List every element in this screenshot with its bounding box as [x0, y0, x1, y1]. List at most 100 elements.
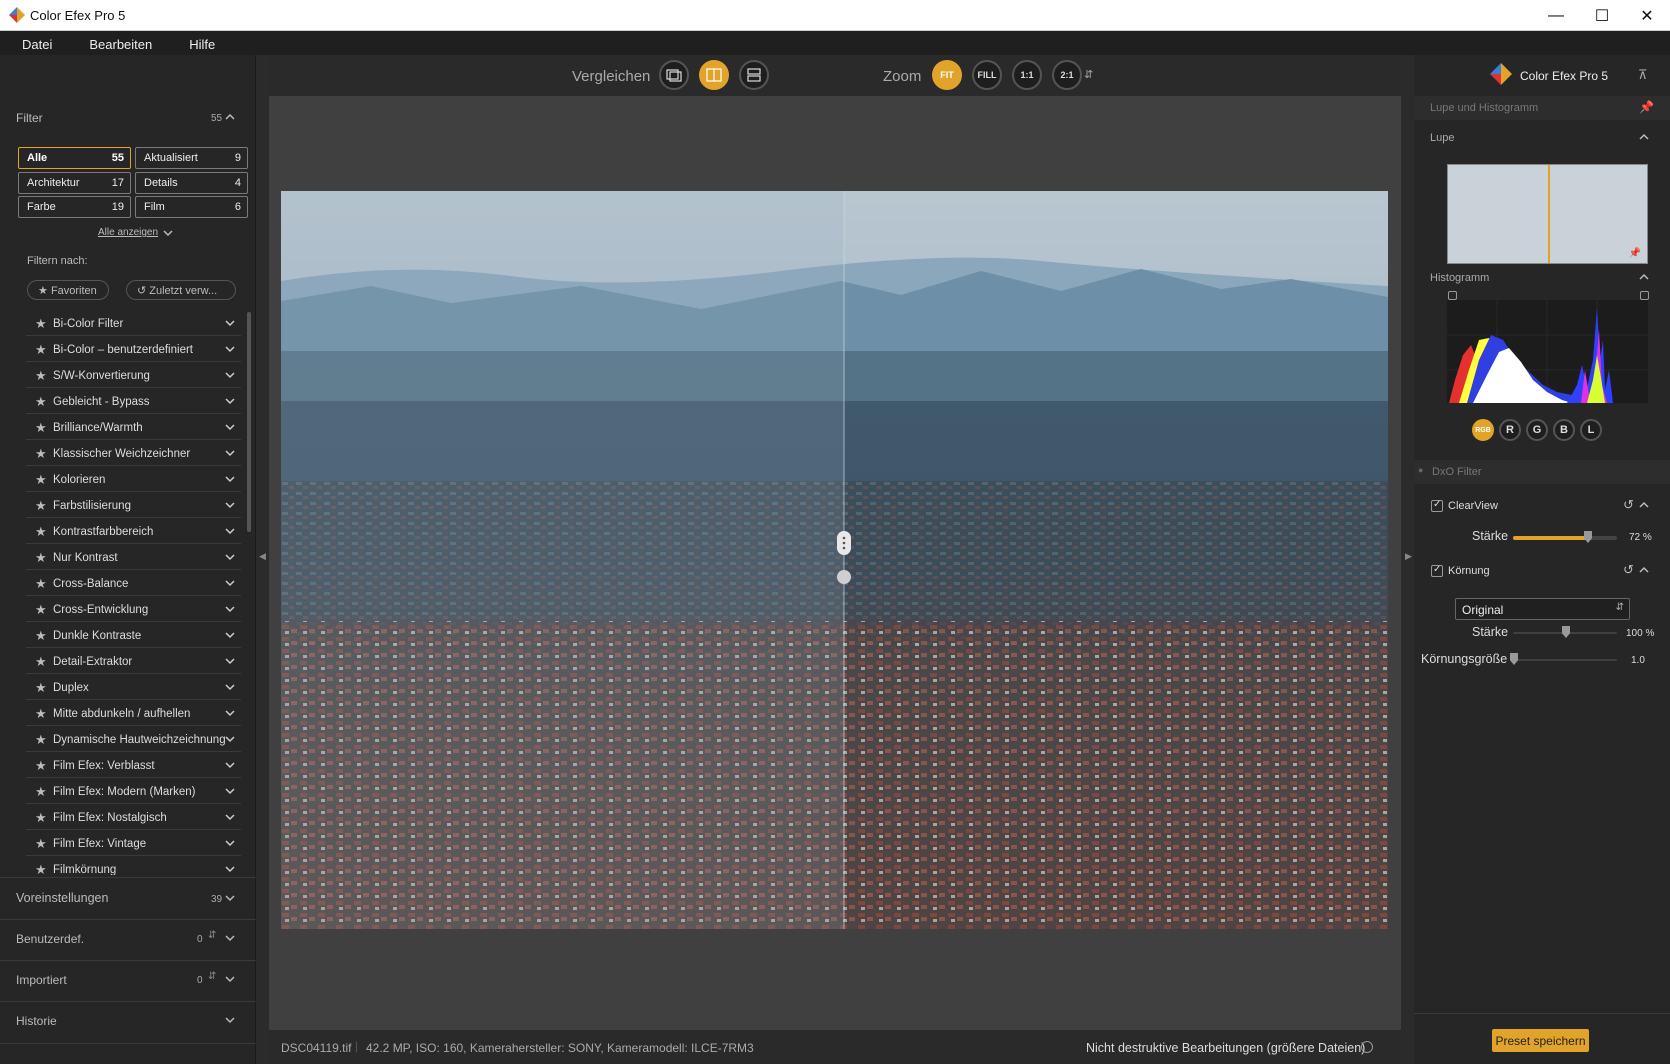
chevron-down-icon[interactable]	[225, 630, 235, 640]
show-all-link[interactable]: Alle anzeigen	[98, 227, 158, 238]
star-icon[interactable]: ★	[35, 446, 47, 462]
chevron-down-icon[interactable]	[225, 422, 235, 432]
filter-item[interactable]: ★ Kolorieren	[26, 466, 241, 492]
filter-list-scrollbar[interactable]	[247, 312, 251, 532]
chevron-down-icon[interactable]	[225, 893, 235, 903]
star-icon[interactable]: ★	[35, 784, 47, 800]
collapse-left-icon[interactable]: ◀	[259, 551, 266, 562]
star-icon[interactable]: ★	[35, 576, 47, 592]
chevron-down-icon[interactable]	[225, 344, 235, 354]
maximize-button[interactable]: ☐	[1579, 0, 1625, 31]
star-icon[interactable]: ★	[35, 420, 47, 436]
filter-item[interactable]: ★ Kontrastfarbbereich	[26, 518, 241, 544]
filter-item[interactable]: ★ Dunkle Kontraste	[26, 622, 241, 648]
recent-button[interactable]: ↺ Zuletzt verw...	[126, 280, 236, 300]
channel-l-button[interactable]: L	[1580, 419, 1602, 441]
star-icon[interactable]: ★	[35, 368, 47, 384]
menu-datei[interactable]: Datei	[0, 31, 64, 55]
clearview-checkbox[interactable]: ✓	[1431, 499, 1443, 512]
reset-icon[interactable]: ↺	[1623, 497, 1634, 513]
chevron-down-icon[interactable]	[225, 760, 235, 770]
chevron-down-icon[interactable]	[163, 228, 173, 238]
filter-item[interactable]: ★ Filmkörnung	[26, 856, 241, 875]
filter-item[interactable]: ★ Film Efex: Modern (Marken)	[26, 778, 241, 804]
pin-icon[interactable]: 📌	[1639, 100, 1654, 114]
star-icon[interactable]: ★	[35, 472, 47, 488]
chevron-down-icon[interactable]	[225, 552, 235, 562]
presets-header[interactable]: Voreinstellungen	[16, 891, 108, 905]
imported-header[interactable]: Importiert	[16, 973, 67, 987]
chevron-down-icon[interactable]	[225, 526, 235, 536]
star-icon[interactable]: ★	[35, 654, 47, 670]
filter-item[interactable]: ★ Film Efex: Vintage	[26, 830, 241, 856]
star-icon[interactable]: ★	[35, 550, 47, 566]
category-architektur[interactable]: Architektur 17	[18, 172, 131, 194]
star-icon[interactable]: ★	[35, 602, 47, 618]
grain-checkbox[interactable]: ✓	[1431, 564, 1443, 577]
chevron-down-icon[interactable]	[225, 682, 235, 692]
chevron-down-icon[interactable]	[225, 933, 235, 943]
chevron-up-icon[interactable]	[1639, 272, 1649, 282]
chevron-down-icon[interactable]	[225, 656, 235, 666]
chevron-down-icon[interactable]	[225, 500, 235, 510]
channel-g-button[interactable]: G	[1526, 419, 1548, 441]
category-film[interactable]: Film 6	[135, 196, 248, 218]
chevron-down-icon[interactable]	[225, 864, 235, 874]
filter-item[interactable]: ★ S/W-Konvertierung	[26, 362, 241, 388]
filter-item[interactable]: ★ Film Efex: Verblasst	[26, 752, 241, 778]
zoom-fill-button[interactable]: FILL	[972, 60, 1002, 90]
drag-handle-icon[interactable]: ●	[1418, 465, 1423, 475]
collapse-right-icon[interactable]: ▶	[1405, 551, 1412, 562]
collapse-top-icon[interactable]: ⊼	[1638, 67, 1648, 83]
filter-item[interactable]: ★ Duplex	[26, 674, 241, 700]
channel-b-button[interactable]: B	[1553, 419, 1575, 441]
zoom-fit-button[interactable]: FIT	[932, 60, 962, 90]
compare-split-button[interactable]	[699, 60, 729, 90]
category-details[interactable]: Details 4	[135, 172, 248, 194]
chevron-up-icon[interactable]	[1639, 132, 1649, 142]
category-farbe[interactable]: Farbe 19	[18, 196, 131, 218]
save-preset-button[interactable]: Preset speichern	[1492, 1029, 1589, 1052]
chevron-down-icon[interactable]	[225, 604, 235, 614]
filter-item[interactable]: ★ Cross-Entwicklung	[26, 596, 241, 622]
filter-item[interactable]: ★ Klassischer Weichzeichner	[26, 440, 241, 466]
filter-item[interactable]: ★ Nur Kontrast	[26, 544, 241, 570]
preview-image[interactable]	[281, 191, 1388, 929]
menu-bearbeiten[interactable]: Bearbeiten	[64, 31, 164, 55]
chevron-down-icon[interactable]	[225, 734, 235, 744]
grain-mode-select[interactable]: Original ⇵	[1455, 598, 1630, 620]
chevron-down-icon[interactable]	[225, 838, 235, 848]
close-button[interactable]: ✕	[1624, 0, 1670, 31]
loupe-view[interactable]: 📌	[1447, 164, 1648, 264]
chevron-down-icon[interactable]	[225, 448, 235, 458]
sort-icon[interactable]: ⇵	[208, 971, 216, 982]
filter-item[interactable]: ★ Bi-Color Filter	[26, 310, 241, 336]
star-icon[interactable]: ★	[35, 628, 47, 644]
chevron-down-icon[interactable]	[225, 786, 235, 796]
star-icon[interactable]: ★	[35, 498, 47, 514]
star-icon[interactable]: ★	[35, 758, 47, 774]
filter-item[interactable]: ★ Film Efex: Nostalgisch	[26, 804, 241, 830]
chevron-down-icon[interactable]	[225, 708, 235, 718]
filter-item[interactable]: ★ Dynamische Hautweichzeichnung	[26, 726, 241, 752]
sort-icon[interactable]: ⇵	[208, 930, 216, 941]
filter-item[interactable]: ★ Detail-Extraktor	[26, 648, 241, 674]
nondestructive-checkbox[interactable]	[1361, 1041, 1373, 1053]
star-icon[interactable]: ★	[35, 862, 47, 875]
chevron-up-icon[interactable]	[1639, 500, 1649, 510]
star-icon[interactable]: ★	[35, 836, 47, 852]
slider-thumb[interactable]	[1584, 531, 1592, 543]
channel-rgb-button[interactable]: RGB	[1472, 419, 1494, 441]
star-icon[interactable]: ★	[35, 732, 47, 748]
favorites-button[interactable]: ★ Favoriten	[27, 280, 109, 300]
star-icon[interactable]: ★	[35, 394, 47, 410]
chevron-down-icon[interactable]	[225, 812, 235, 822]
chevron-up-icon[interactable]	[1639, 565, 1649, 575]
compare-stacked-button[interactable]	[739, 60, 769, 90]
filter-item[interactable]: ★ Bi-Color – benutzerdefiniert	[26, 336, 241, 362]
category-aktualisiert[interactable]: Aktualisiert 9	[135, 147, 248, 169]
filter-item[interactable]: ★ Gebleicht - Bypass	[26, 388, 241, 414]
filter-item[interactable]: ★ Brilliance/Warmth	[26, 414, 241, 440]
filter-item[interactable]: ★ Cross-Balance	[26, 570, 241, 596]
chevron-down-icon[interactable]	[225, 474, 235, 484]
